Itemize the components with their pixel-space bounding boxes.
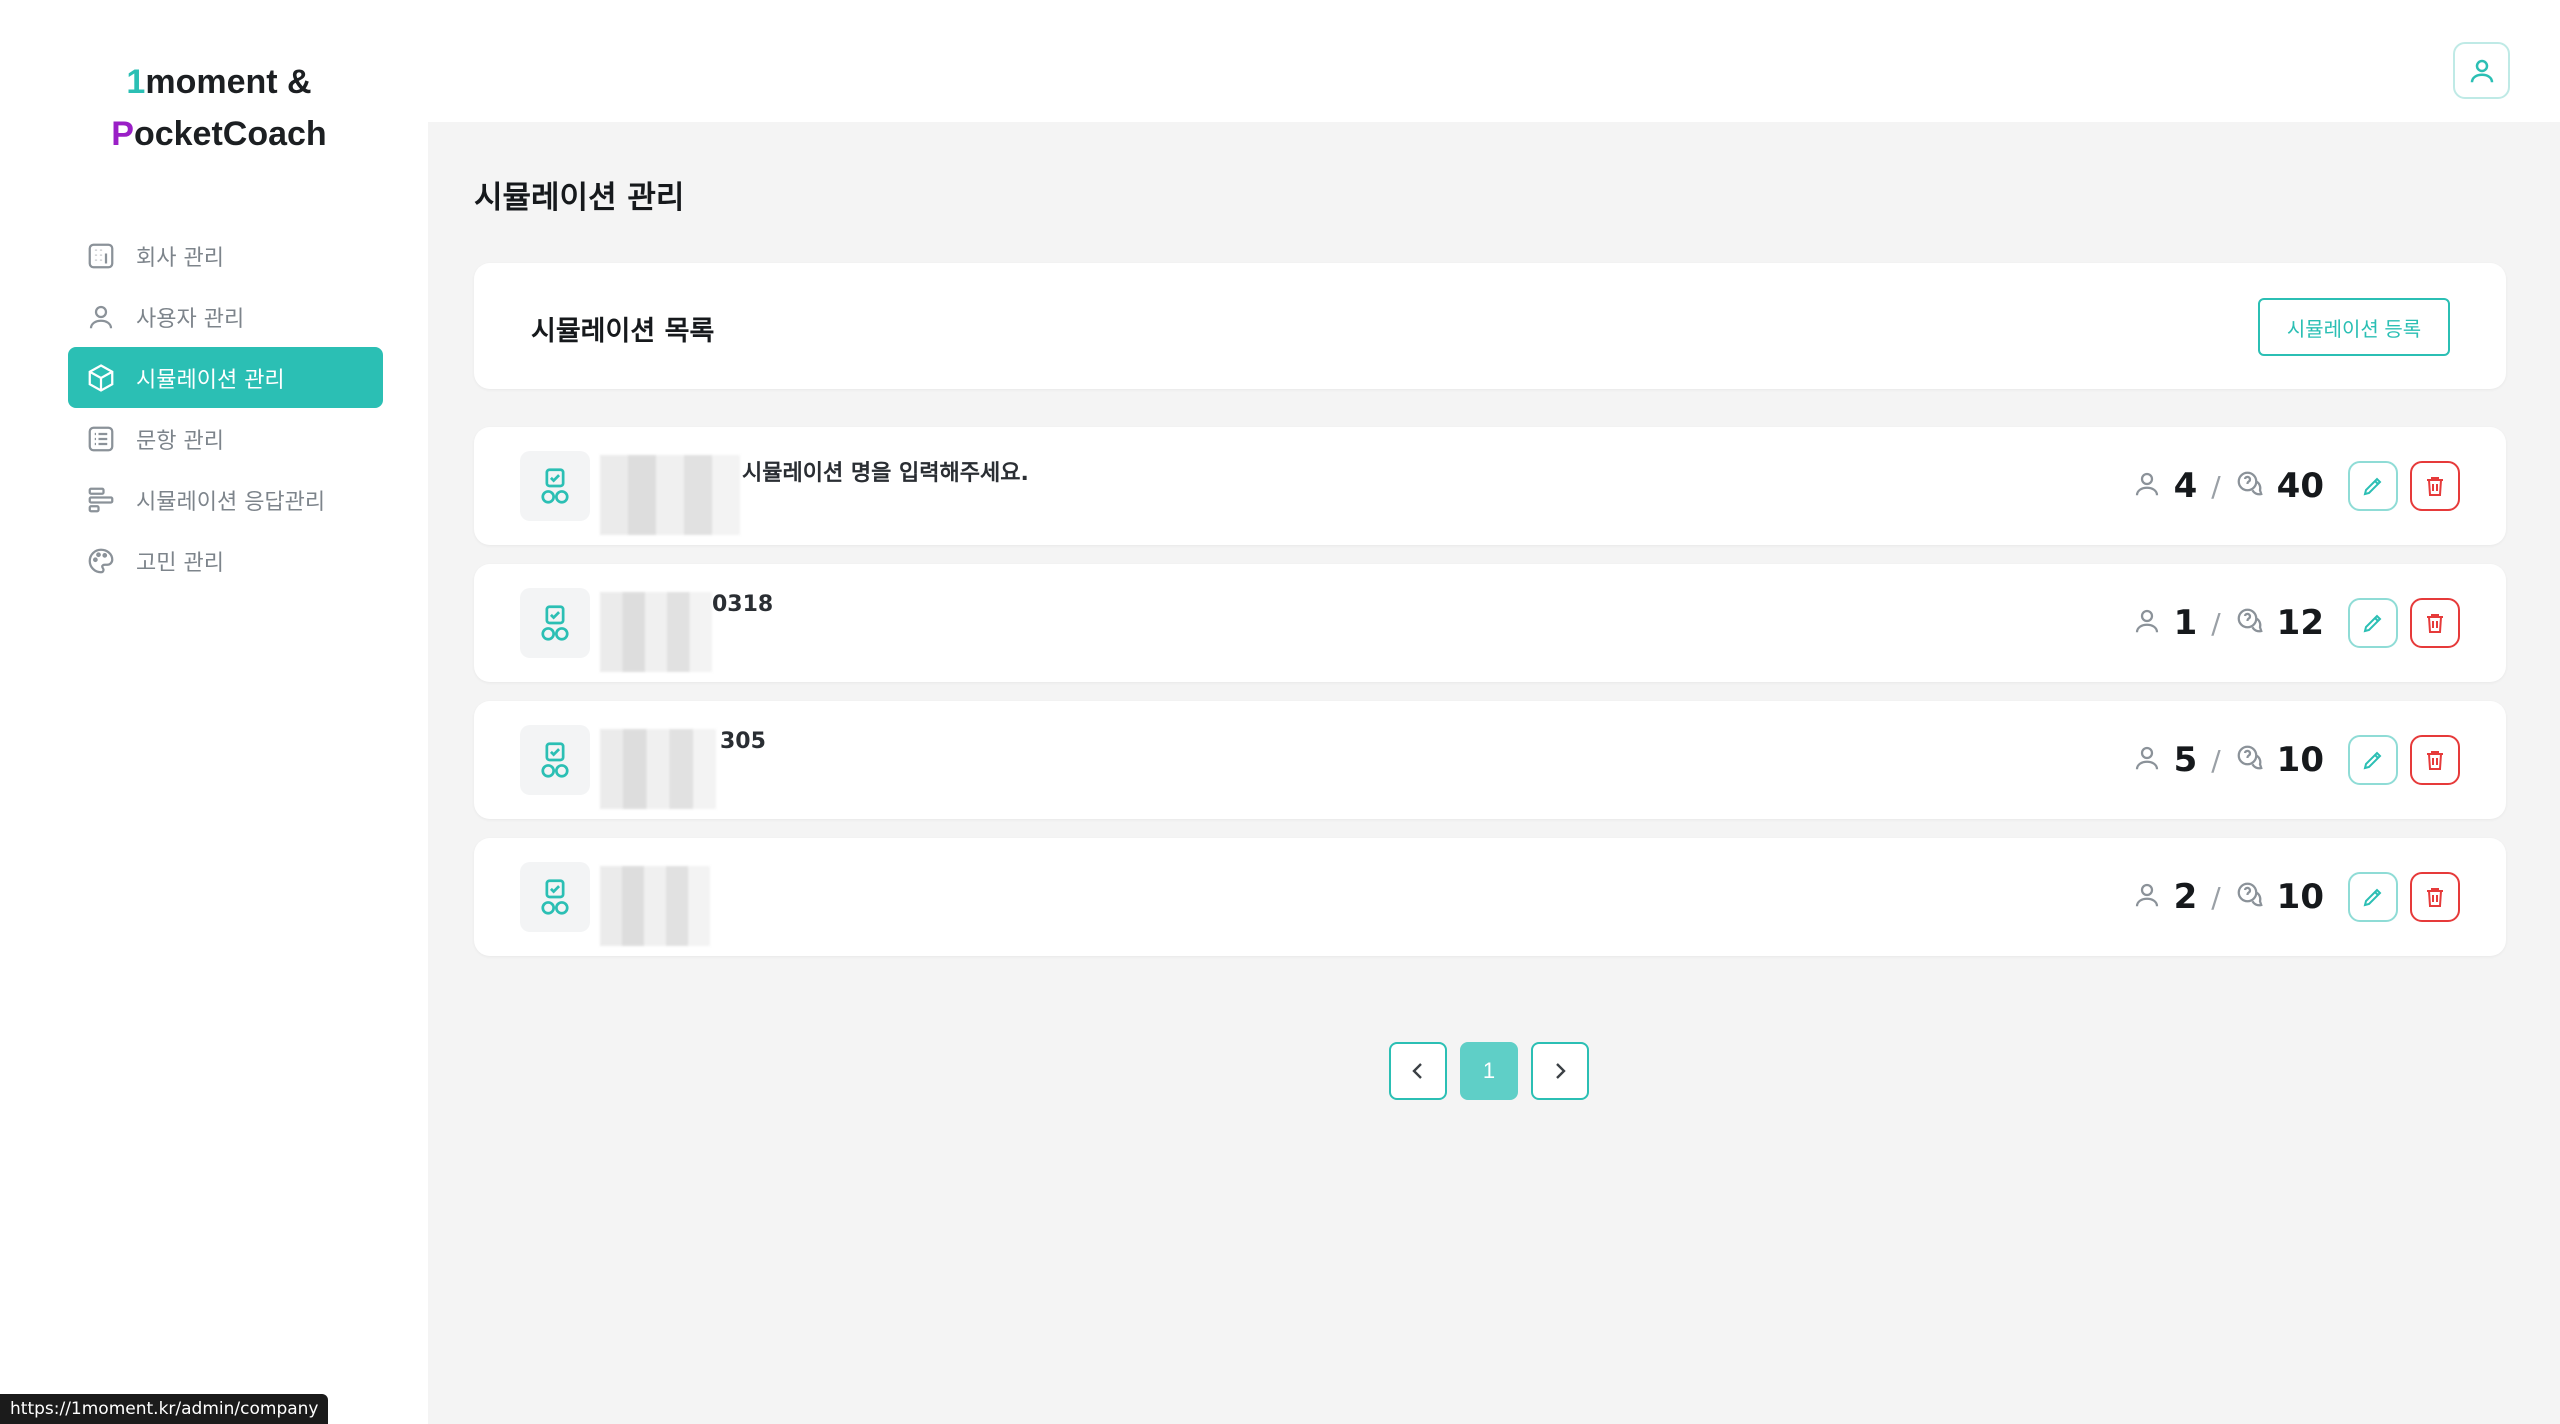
sidebar-item-label: 고민 관리 bbox=[136, 550, 224, 576]
edit-button[interactable] bbox=[2348, 872, 2398, 922]
pencil-icon bbox=[2361, 748, 2385, 772]
pencil-icon bbox=[2361, 474, 2385, 498]
simulation-icon bbox=[520, 451, 590, 521]
question-count: 10 bbox=[2276, 740, 2324, 780]
trash-icon bbox=[2423, 474, 2447, 498]
list-item[interactable]: 0318 1 / 12 bbox=[474, 564, 2506, 682]
delete-button[interactable] bbox=[2410, 872, 2460, 922]
question-count: 40 bbox=[2276, 466, 2324, 506]
user-icon bbox=[2132, 469, 2162, 503]
next-page-button[interactable] bbox=[1531, 1042, 1589, 1100]
palette-icon bbox=[84, 544, 118, 578]
user-icon bbox=[84, 300, 118, 334]
sidebar-item-company[interactable]: 회사 관리 bbox=[68, 225, 383, 286]
pencil-icon bbox=[2361, 885, 2385, 909]
separator: / bbox=[2211, 469, 2221, 503]
sidebar: 1moment & PocketCoach 회사 관리 사용자 관리 시뮬레이션… bbox=[0, 0, 428, 1424]
sidebar-item-label: 시뮬레이션 관리 bbox=[136, 367, 285, 393]
delete-button[interactable] bbox=[2410, 735, 2460, 785]
status-bar-url: https://1moment.kr/admin/company bbox=[0, 1394, 329, 1424]
top-bar bbox=[428, 0, 2560, 122]
list-title: 시뮬레이션 목록 bbox=[531, 316, 715, 347]
question-count: 10 bbox=[2276, 877, 2324, 917]
sidebar-item-label: 문항 관리 bbox=[136, 428, 224, 454]
sidebar-item-simulations[interactable]: 시뮬레이션 관리 bbox=[68, 347, 383, 408]
simulation-icon bbox=[520, 588, 590, 658]
user-count: 1 bbox=[2173, 603, 2198, 643]
separator: / bbox=[2211, 606, 2221, 640]
user-count: 4 bbox=[2173, 466, 2198, 506]
simulation-stats: 1 / 12 bbox=[2132, 564, 2460, 682]
sidebar-item-label: 회사 관리 bbox=[136, 245, 224, 271]
redacted-text bbox=[600, 729, 716, 809]
simulation-name: 305 bbox=[720, 729, 766, 754]
sidebar-item-questions[interactable]: 문항 관리 bbox=[68, 408, 383, 469]
trash-icon bbox=[2423, 611, 2447, 635]
list-icon bbox=[84, 422, 118, 456]
bars-icon bbox=[84, 483, 118, 517]
sidebar-nav: 회사 관리 사용자 관리 시뮬레이션 관리 문항 관리 시뮬레이션 응답관리 고… bbox=[68, 225, 383, 591]
list-item[interactable]: 시뮬레이션 명을 입력해주세요. 4 / 40 bbox=[474, 427, 2506, 545]
profile-button[interactable] bbox=[2453, 42, 2510, 99]
user-icon bbox=[2132, 606, 2162, 640]
edit-button[interactable] bbox=[2348, 598, 2398, 648]
sidebar-item-label: 사용자 관리 bbox=[136, 306, 245, 332]
simulation-list-header: 시뮬레이션 목록 시뮬레이션 등록 bbox=[474, 263, 2506, 389]
sidebar-item-users[interactable]: 사용자 관리 bbox=[68, 286, 383, 347]
trash-icon bbox=[2423, 748, 2447, 772]
simulation-icon bbox=[520, 725, 590, 795]
chevron-right-icon bbox=[1548, 1059, 1572, 1083]
redacted-text bbox=[600, 866, 710, 946]
simulation-stats: 5 / 10 bbox=[2132, 701, 2460, 819]
question-count: 12 bbox=[2276, 603, 2324, 643]
page-title: 시뮬레이션 관리 bbox=[474, 180, 685, 216]
sidebar-item-responses[interactable]: 시뮬레이션 응답관리 bbox=[68, 469, 383, 530]
chat-question-icon bbox=[2235, 469, 2265, 503]
sidebar-item-label: 시뮬레이션 응답관리 bbox=[136, 489, 326, 515]
simulation-icon bbox=[520, 862, 590, 932]
simulation-stats: 2 / 10 bbox=[2132, 838, 2460, 956]
chat-question-icon bbox=[2235, 606, 2265, 640]
chat-question-icon bbox=[2235, 743, 2265, 777]
redacted-text bbox=[600, 455, 740, 535]
building-icon bbox=[84, 239, 118, 273]
user-icon bbox=[2132, 880, 2162, 914]
separator: / bbox=[2211, 880, 2221, 914]
simulation-name: 시뮬레이션 명을 입력해주세요. bbox=[742, 461, 1029, 486]
register-simulation-button[interactable]: 시뮬레이션 등록 bbox=[2258, 298, 2450, 356]
delete-button[interactable] bbox=[2410, 598, 2460, 648]
simulation-name: 0318 bbox=[712, 592, 774, 617]
list-item[interactable]: 2 / 10 bbox=[474, 838, 2506, 956]
sidebar-item-concerns[interactable]: 고민 관리 bbox=[68, 530, 383, 591]
separator: / bbox=[2211, 743, 2221, 777]
redacted-text bbox=[600, 592, 712, 672]
edit-button[interactable] bbox=[2348, 735, 2398, 785]
delete-button[interactable] bbox=[2410, 461, 2460, 511]
trash-icon bbox=[2423, 885, 2447, 909]
pencil-icon bbox=[2361, 611, 2385, 635]
user-count: 5 bbox=[2173, 740, 2198, 780]
prev-page-button[interactable] bbox=[1389, 1042, 1447, 1100]
cube-icon bbox=[84, 361, 118, 395]
pagination: 1 bbox=[1389, 1042, 1589, 1100]
chat-question-icon bbox=[2235, 880, 2265, 914]
user-count: 2 bbox=[2173, 877, 2198, 917]
list-item[interactable]: 305 5 / 10 bbox=[474, 701, 2506, 819]
page-button-current[interactable]: 1 bbox=[1460, 1042, 1518, 1100]
user-icon bbox=[2467, 56, 2497, 86]
simulation-list: 시뮬레이션 명을 입력해주세요. 4 / 40 0318 1 / 12 305 … bbox=[474, 427, 2506, 975]
chevron-left-icon bbox=[1406, 1059, 1430, 1083]
simulation-stats: 4 / 40 bbox=[2132, 427, 2460, 545]
edit-button[interactable] bbox=[2348, 461, 2398, 511]
user-icon bbox=[2132, 743, 2162, 777]
main-content: 시뮬레이션 관리 시뮬레이션 목록 시뮬레이션 등록 시뮬레이션 명을 입력해주… bbox=[428, 122, 2560, 1424]
app-logo[interactable]: 1moment & PocketCoach bbox=[0, 56, 438, 160]
